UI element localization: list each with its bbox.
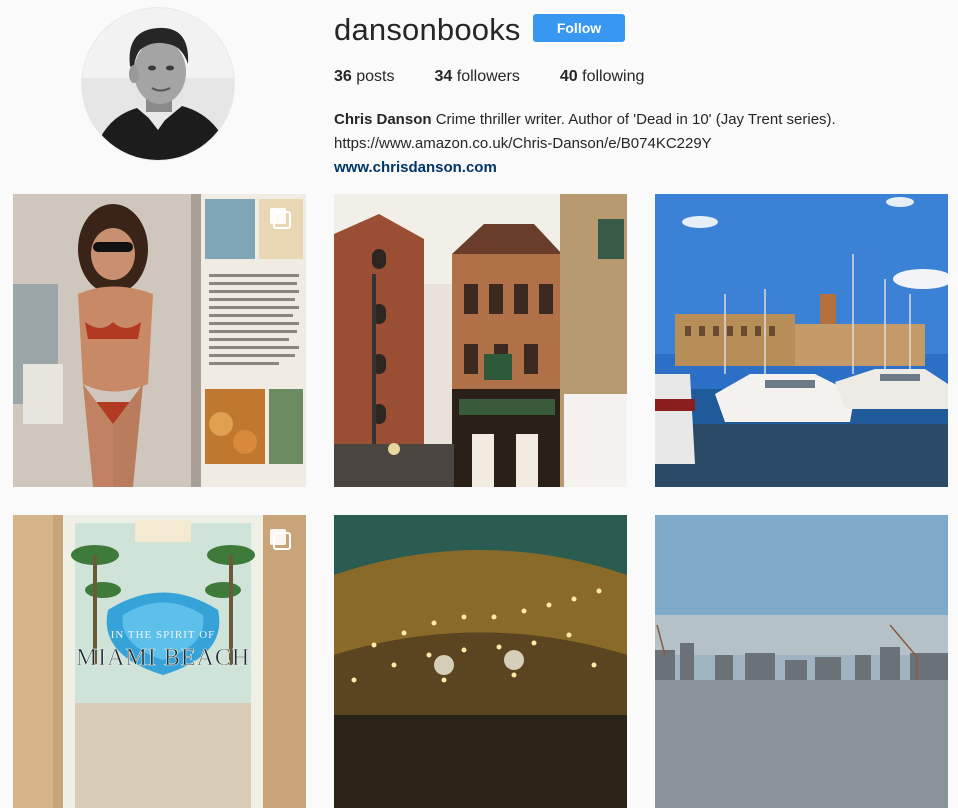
following-label: following [582, 68, 645, 85]
post-image [655, 515, 948, 808]
bio-full-name: Chris Danson [334, 111, 432, 128]
bio-website-link[interactable]: www.chrisdanson.com [334, 156, 934, 180]
posts-count: 36 [334, 68, 352, 85]
carousel-icon [270, 208, 291, 229]
profile-avatar[interactable] [82, 8, 234, 160]
post-tile[interactable] [655, 515, 948, 808]
bio-line: Chris Danson Crime thriller writer. Auth… [334, 108, 934, 132]
post-tile[interactable] [334, 515, 627, 808]
following-count: 40 [559, 68, 578, 85]
post-tile[interactable]: IN THE SPIRIT OF MIAMI BEACH [13, 515, 306, 808]
post-tile[interactable] [655, 194, 948, 487]
post-tile[interactable] [13, 194, 306, 487]
profile-photo [82, 8, 234, 160]
posts-stat: 36 posts [334, 68, 395, 86]
posts-label: posts [356, 68, 395, 85]
profile-username: dansonbooks [334, 12, 521, 47]
book-cover-line1: IN THE SPIRIT OF [111, 629, 216, 641]
profile-bio: Chris Danson Crime thriller writer. Auth… [334, 108, 934, 180]
follow-button[interactable]: Follow [533, 14, 625, 42]
post-image: IN THE SPIRIT OF MIAMI BEACH [13, 515, 306, 808]
book-cover-line2: MIAMI BEACH [76, 645, 250, 671]
post-image [334, 515, 627, 808]
bio-amazon-link: https://www.amazon.co.uk/Chris-Danson/e/… [334, 135, 712, 152]
followers-count: 34 [434, 68, 453, 85]
followers-label: followers [456, 68, 520, 85]
post-image [334, 194, 627, 487]
profile-stats: 36 posts 34 followers 40 following [334, 68, 684, 86]
carousel-icon [270, 529, 291, 550]
post-image [655, 194, 948, 487]
following-stat[interactable]: 40 following [560, 68, 645, 86]
followers-stat[interactable]: 34 followers [435, 68, 520, 86]
post-image [13, 194, 306, 487]
bio-description: Crime thriller writer. Author of 'Dead i… [435, 111, 836, 128]
post-tile[interactable] [334, 194, 627, 487]
